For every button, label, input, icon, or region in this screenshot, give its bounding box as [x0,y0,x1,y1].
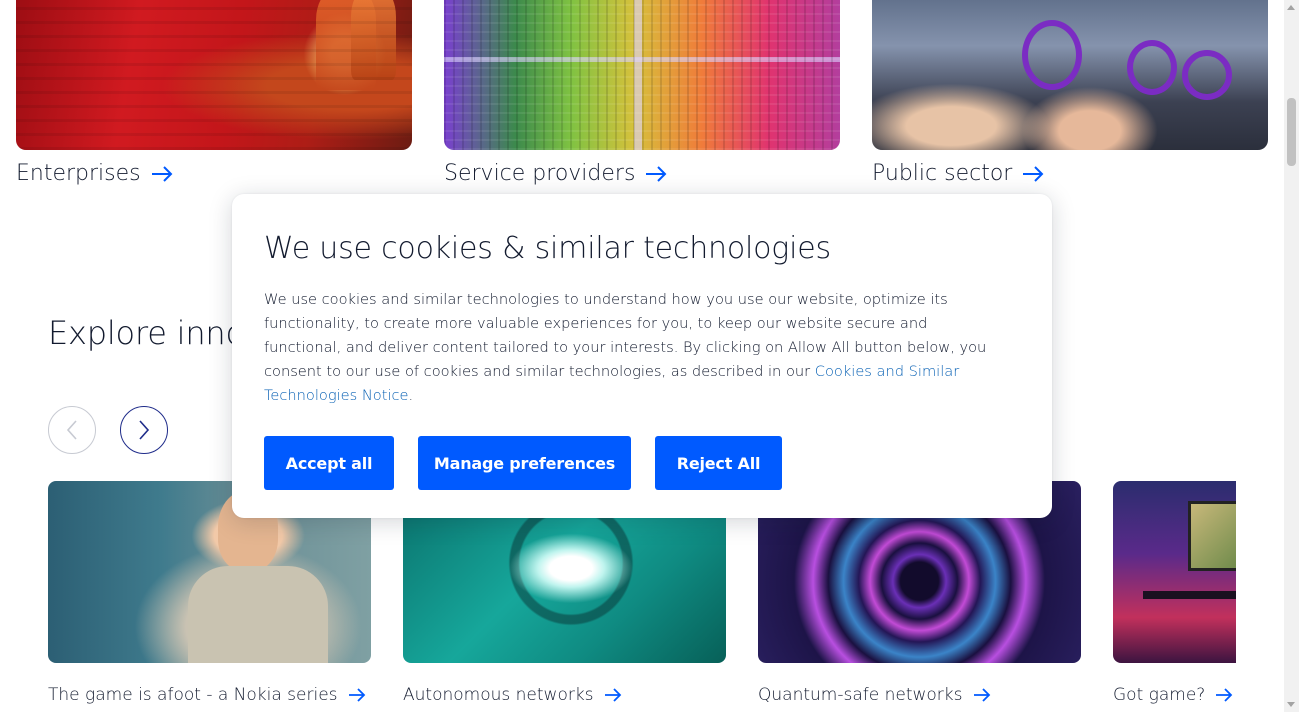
arrow-right-icon [1023,165,1044,182]
story-link[interactable]: Quantum-safe networks [758,685,1081,705]
dialog-body-end: . [408,387,414,404]
category-link-enterprises[interactable]: Enterprises [16,161,412,186]
carousel-next-button[interactable] [120,406,168,454]
story-card-got-game[interactable]: Got game? [1113,481,1236,705]
story-label: The game is afoot - a Nokia series [48,685,338,705]
arrow-right-icon [646,165,667,182]
reject-all-button[interactable]: Reject All [655,436,782,490]
dialog-title: We use cookies & similar technologies [264,231,831,266]
chevron-right-icon [139,420,150,440]
story-link[interactable]: Autonomous networks [403,685,726,705]
page: Enterprises Service providers Public sec… [0,0,1284,712]
category-label: Enterprises [16,161,141,186]
page-scrollbar[interactable] [1284,0,1299,712]
arrow-right-icon [151,165,173,182]
grip-handle [1022,20,1082,90]
arrow-right-icon [1216,688,1233,702]
category-card-enterprises[interactable]: Enterprises [16,0,412,186]
category-label: Public sector [872,161,1013,186]
category-link-service-providers[interactable]: Service providers [444,161,840,186]
service-providers-image [444,0,840,150]
story-link[interactable]: The game is afoot - a Nokia series [48,685,371,705]
category-card-public-sector[interactable]: Public sector [872,0,1268,186]
dialog-button-row: Accept all Manage preferences Reject All [264,436,782,490]
story-label: Quantum-safe networks [758,685,963,705]
category-link-public-sector[interactable]: Public sector [872,161,1268,186]
dialog-body: We use cookies and similar technologies … [264,288,1004,408]
grip-handle [1182,50,1232,100]
story-label: Autonomous networks [403,685,594,705]
grip-handle [1127,40,1177,95]
category-card-service-providers[interactable]: Service providers [444,0,840,186]
scroll-down-arrow-icon[interactable] [1287,702,1295,707]
manage-preferences-button[interactable]: Manage preferences [418,436,631,490]
cookie-consent-dialog: We use cookies & similar technologies We… [232,194,1052,518]
scroll-up-arrow-icon[interactable] [1287,5,1295,10]
story-image-got-game [1113,481,1236,663]
public-sector-image [872,0,1268,150]
accept-all-button[interactable]: Accept all [264,436,394,490]
carousel-prev-button[interactable] [48,406,96,454]
arrow-right-icon [348,688,365,702]
category-label: Service providers [444,161,636,186]
scroll-thumb[interactable] [1287,98,1296,166]
chevron-left-icon [66,420,77,440]
enterprises-image [16,0,412,150]
story-label: Got game? [1113,685,1206,705]
arrow-right-icon [604,688,621,702]
story-link[interactable]: Got game? [1113,685,1236,705]
arrow-right-icon [973,688,990,702]
